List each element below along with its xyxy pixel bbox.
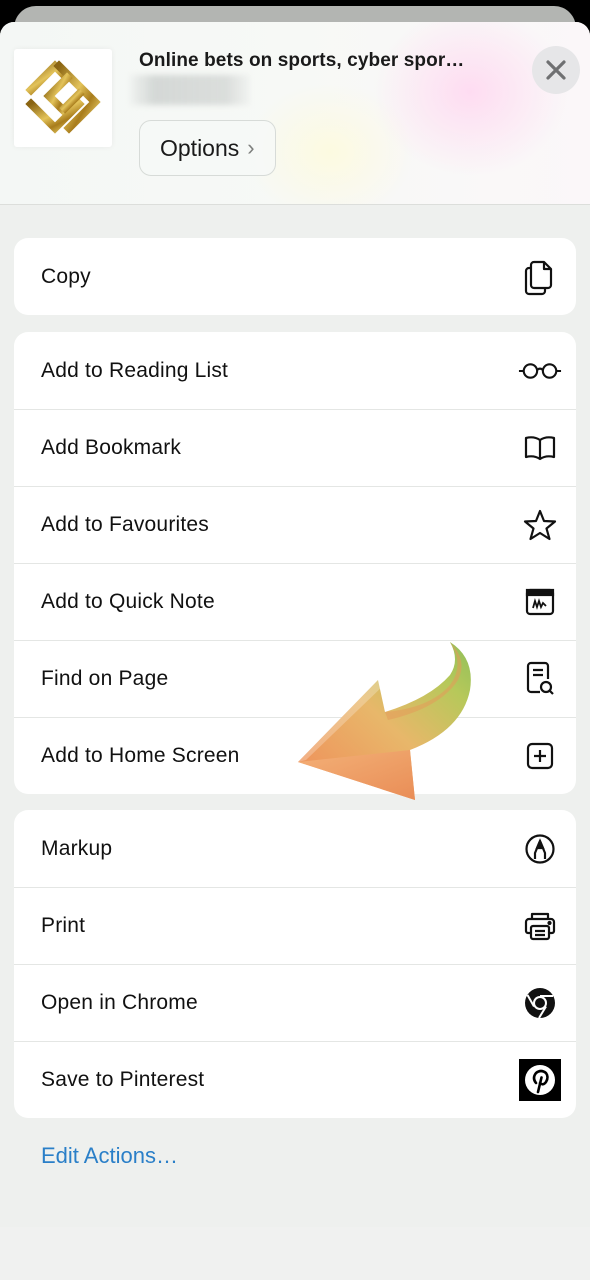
- site-url-redacted: [130, 75, 250, 105]
- action-add-bookmark[interactable]: Add Bookmark: [14, 409, 576, 486]
- gold-diamond-logo-icon: [25, 60, 101, 134]
- quick-note-icon: [518, 580, 562, 624]
- action-label: Add Bookmark: [41, 436, 182, 459]
- copy-icon: [518, 255, 562, 299]
- pinterest-icon: [518, 1058, 562, 1102]
- options-button[interactable]: Options ›: [139, 120, 276, 176]
- close-icon: [546, 60, 566, 80]
- action-group-browser: Add to Reading List Add Bookmark Add to …: [14, 332, 576, 794]
- action-label: Markup: [41, 836, 113, 860]
- share-sheet: Online bets on sports, cyber spor… Optio…: [0, 22, 590, 1280]
- glasses-icon: [518, 349, 562, 393]
- action-open-in-chrome[interactable]: Open in Chrome: [14, 964, 576, 1041]
- action-label: Print: [41, 914, 86, 937]
- options-label: Options: [160, 134, 240, 161]
- printer-icon: [518, 904, 562, 948]
- action-print[interactable]: Print: [14, 887, 576, 964]
- action-group-apps: Markup Print Open in Chrome Save to Pint…: [14, 810, 576, 1118]
- action-save-to-pinterest[interactable]: Save to Pinterest: [14, 1041, 576, 1118]
- action-copy[interactable]: Copy: [14, 238, 576, 315]
- sheet-footer: [0, 1227, 590, 1280]
- site-icon: [14, 49, 112, 147]
- site-title: Online bets on sports, cyber spor…: [139, 50, 465, 71]
- action-label: Copy: [41, 264, 91, 288]
- action-label: Add to Reading List: [41, 358, 229, 382]
- action-add-to-reading-list[interactable]: Add to Reading List: [14, 332, 576, 409]
- action-label: Add to Quick Note: [41, 590, 215, 613]
- book-icon: [518, 426, 562, 470]
- action-label: Open in Chrome: [41, 991, 198, 1014]
- action-add-to-favourites[interactable]: Add to Favourites: [14, 486, 576, 563]
- star-icon: [518, 503, 562, 547]
- chevron-right-icon: ›: [247, 135, 255, 160]
- chrome-icon: [518, 981, 562, 1025]
- action-label: Add to Home Screen: [41, 744, 240, 767]
- action-label: Add to Favourites: [41, 513, 209, 536]
- close-button[interactable]: [532, 46, 580, 94]
- action-add-to-home-screen[interactable]: Add to Home Screen: [14, 717, 576, 794]
- find-on-page-icon: [518, 657, 562, 701]
- share-sheet-header: Online bets on sports, cyber spor… Optio…: [0, 22, 590, 205]
- action-add-to-quick-note[interactable]: Add to Quick Note: [14, 563, 576, 640]
- action-label: Find on Page: [41, 667, 169, 690]
- edit-actions-link[interactable]: Edit Actions…: [41, 1143, 178, 1169]
- markup-pen-icon: [518, 827, 562, 871]
- action-group-copy: Copy: [14, 238, 576, 315]
- action-markup[interactable]: Markup: [14, 810, 576, 887]
- action-label: Save to Pinterest: [41, 1068, 205, 1091]
- action-find-on-page[interactable]: Find on Page: [14, 640, 576, 717]
- add-square-icon: [518, 734, 562, 778]
